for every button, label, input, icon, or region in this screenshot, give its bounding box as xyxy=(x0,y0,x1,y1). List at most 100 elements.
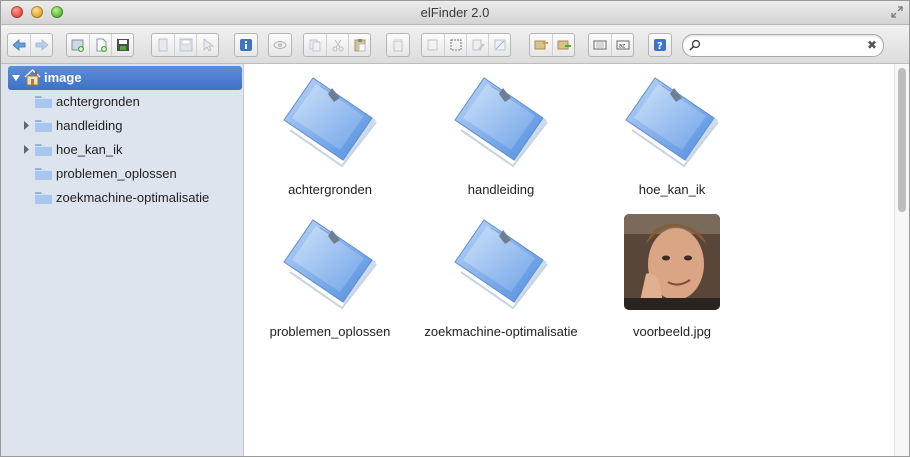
paste-button[interactable] xyxy=(348,34,370,56)
fullscreen-icon[interactable] xyxy=(891,6,903,18)
item-name: hoe_kan_ik xyxy=(638,182,706,197)
home-folder-icon xyxy=(24,69,41,86)
duplicate-button[interactable] xyxy=(422,34,444,56)
edit-group xyxy=(421,33,511,57)
scrollbar-thumb[interactable] xyxy=(898,68,906,212)
extract-button[interactable] xyxy=(530,34,552,56)
copy-icon xyxy=(309,39,321,52)
create-group xyxy=(66,33,134,57)
edit-button[interactable] xyxy=(466,34,488,56)
title-bar: elFinder 2.0 xyxy=(1,1,909,25)
duplicate-icon xyxy=(427,39,438,51)
rename-icon xyxy=(450,39,461,51)
new-folder-button[interactable] xyxy=(67,34,89,56)
folder-item[interactable]: zoekmachine-optimalisatie xyxy=(421,212,581,339)
save-disk-icon xyxy=(116,39,129,51)
tree-item-label: handleiding xyxy=(56,118,123,133)
view-group: az xyxy=(588,33,634,57)
select-button[interactable] xyxy=(196,34,218,56)
trash-icon xyxy=(393,39,403,52)
extract-icon xyxy=(534,40,548,50)
search-box: ✖ xyxy=(682,34,884,57)
sort-az-icon: az xyxy=(616,40,629,50)
info-group xyxy=(234,33,258,57)
item-icon xyxy=(451,70,551,170)
collapsed-arrow-icon[interactable] xyxy=(23,145,30,154)
edit-icon xyxy=(472,39,485,51)
eye-icon xyxy=(273,41,287,49)
copy-button[interactable] xyxy=(304,34,326,56)
elfinder-window: elFinder 2.0 az ? ✖ image achtergronden … xyxy=(0,0,910,457)
item-icon xyxy=(622,70,722,170)
new-folder-icon xyxy=(71,39,84,52)
delete-button[interactable] xyxy=(387,34,409,56)
open-button[interactable] xyxy=(152,34,174,56)
tree-item[interactable]: zoekmachine-optimalisatie xyxy=(1,186,243,210)
folder-icon xyxy=(625,77,719,168)
vertical-scrollbar[interactable] xyxy=(894,64,909,456)
tree-item[interactable]: achtergronden xyxy=(1,90,243,114)
item-name: handleiding xyxy=(467,182,535,197)
clear-search-icon[interactable]: ✖ xyxy=(867,38,877,52)
svg-text:az: az xyxy=(618,43,625,50)
folder-icon xyxy=(283,219,377,310)
folder-icon xyxy=(454,219,548,310)
navigation-tree: image achtergronden handleiding hoe_kan_ik… xyxy=(1,64,244,456)
svg-text:?: ? xyxy=(657,41,663,52)
help-group: ? xyxy=(648,33,672,57)
resize-icon xyxy=(494,39,505,51)
open-icon xyxy=(158,38,168,52)
rename-button[interactable] xyxy=(444,34,466,56)
resize-button[interactable] xyxy=(488,34,510,56)
tree-item[interactable]: hoe_kan_ik xyxy=(1,138,243,162)
back-button[interactable] xyxy=(8,34,30,56)
remove-group xyxy=(386,33,410,57)
back-arrow-icon xyxy=(12,39,26,51)
clipboard-icon xyxy=(354,39,365,52)
open-group xyxy=(151,33,219,57)
image-thumbnail xyxy=(624,214,720,310)
item-name: zoekmachine-optimalisatie xyxy=(424,324,578,339)
file-item[interactable]: voorbeeld.jpg xyxy=(592,212,752,339)
upload-button[interactable] xyxy=(111,34,133,56)
archive-icon xyxy=(557,40,571,50)
item-icon xyxy=(622,212,722,312)
item-icon xyxy=(280,70,380,170)
collapsed-arrow-icon[interactable] xyxy=(23,121,30,130)
archive-group xyxy=(529,33,575,57)
view-list-button[interactable] xyxy=(589,34,611,56)
scissors-icon xyxy=(332,39,343,52)
folder-item[interactable]: hoe_kan_ik xyxy=(592,70,752,197)
item-name: achtergronden xyxy=(288,182,372,197)
folder-icon xyxy=(35,120,52,132)
tree-item-label: hoe_kan_ik xyxy=(56,142,123,157)
folder-icon xyxy=(35,168,52,180)
tree-root-label: image xyxy=(44,70,82,85)
folder-item[interactable]: problemen_oplossen xyxy=(250,212,410,339)
clipboard-group xyxy=(303,33,371,57)
download-button[interactable] xyxy=(174,34,196,56)
cut-button[interactable] xyxy=(326,34,348,56)
expanded-arrow-icon[interactable] xyxy=(12,74,20,82)
tree-item[interactable]: problemen_oplossen xyxy=(1,162,243,186)
folder-icon xyxy=(35,144,52,156)
item-icon xyxy=(280,212,380,312)
folder-item[interactable]: handleiding xyxy=(421,70,581,197)
folder-icon xyxy=(35,192,52,204)
archive-button[interactable] xyxy=(552,34,574,56)
info-button[interactable] xyxy=(235,34,257,56)
pointer-icon xyxy=(203,37,214,52)
tree-item[interactable]: handleiding xyxy=(1,114,243,138)
help-button[interactable]: ? xyxy=(649,34,671,56)
new-file-icon xyxy=(96,38,107,52)
folder-item[interactable]: achtergronden xyxy=(250,70,410,197)
item-icon xyxy=(451,212,551,312)
preview-group xyxy=(268,33,292,57)
new-file-button[interactable] xyxy=(89,34,111,56)
forward-button[interactable] xyxy=(30,34,52,56)
search-input[interactable] xyxy=(705,37,859,55)
sort-button[interactable]: az xyxy=(611,34,633,56)
list-view-icon xyxy=(593,40,607,50)
tree-root-image[interactable]: image xyxy=(8,66,242,90)
quicklook-button[interactable] xyxy=(269,34,291,56)
